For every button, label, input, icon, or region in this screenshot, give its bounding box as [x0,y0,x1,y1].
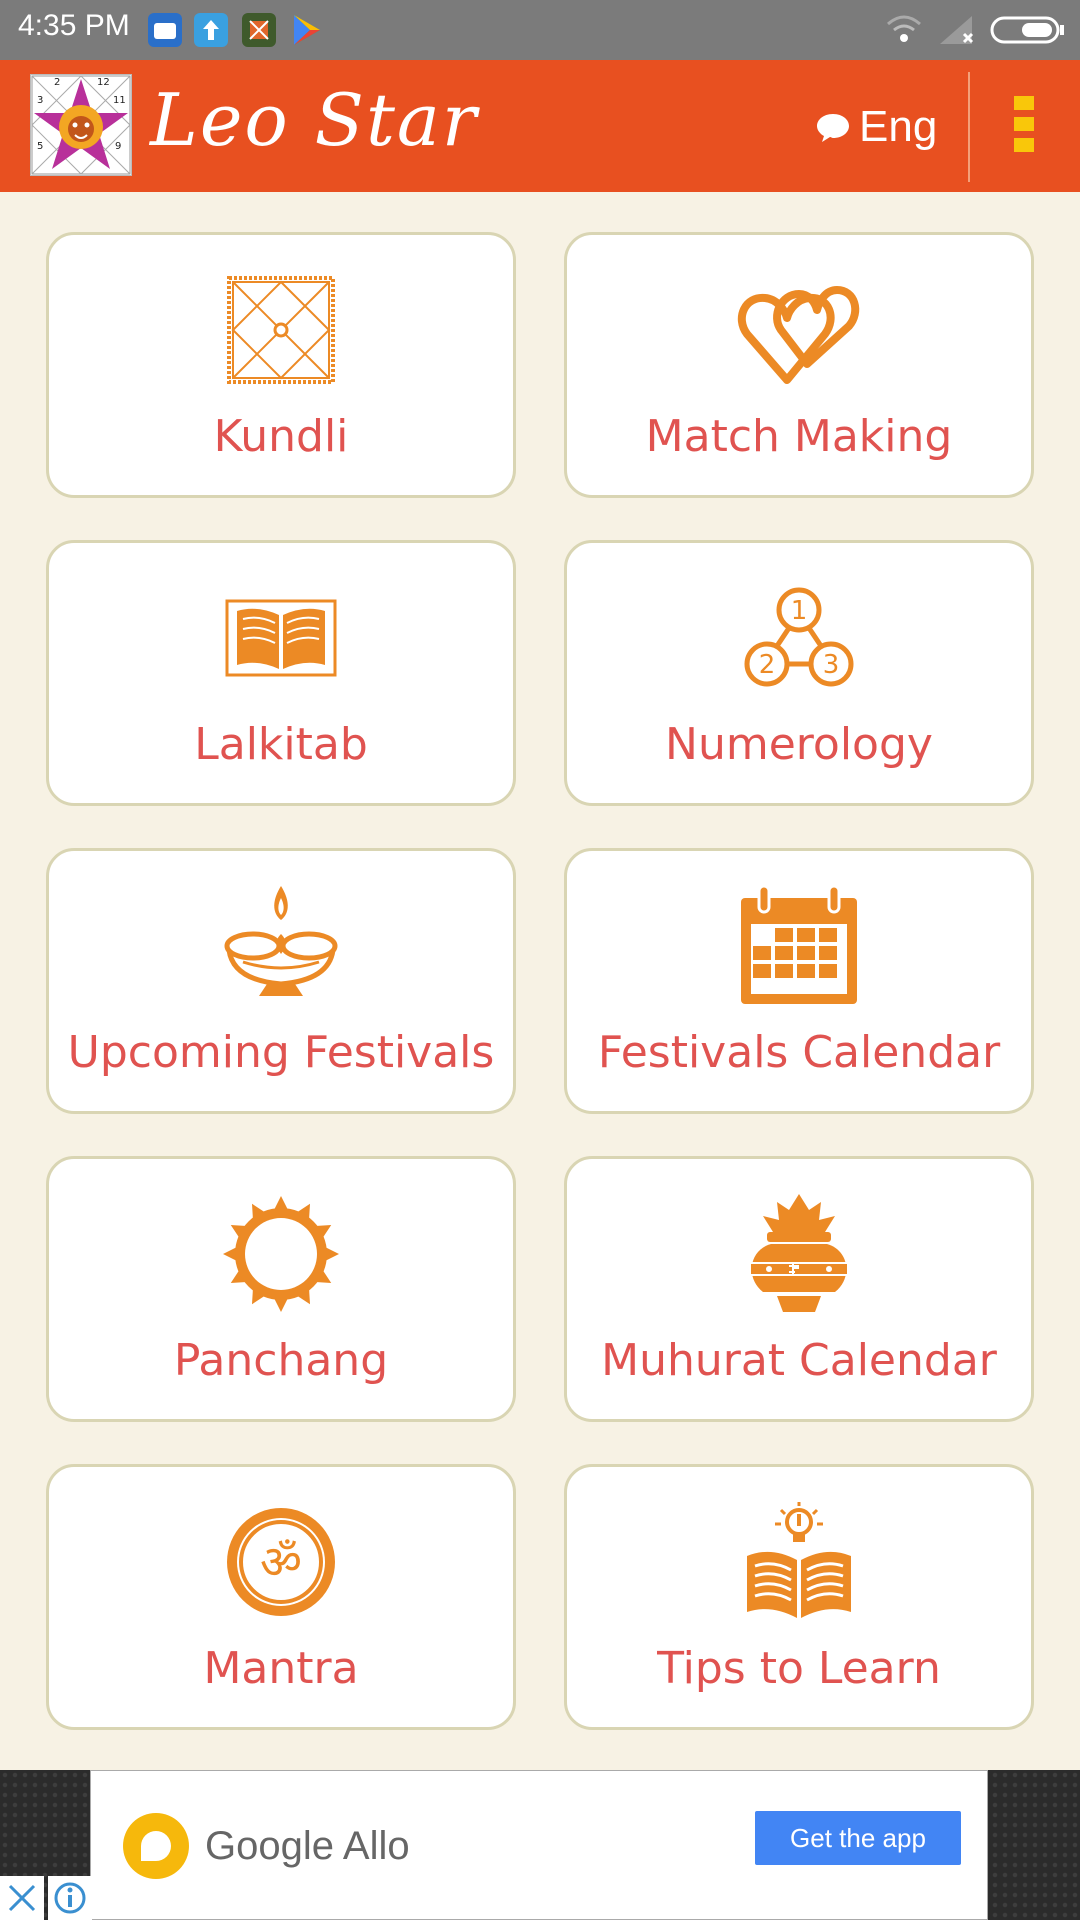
numerology-digit: 3 [823,650,840,680]
menu-card-label: Kundli [213,411,349,462]
ad-banner[interactable]: Google Allo Get the app [90,1770,988,1920]
kalash-icon [734,1189,864,1319]
kundli-chart-icon [216,265,346,395]
app-logo: 2 12 3 11 5 9 [30,74,132,176]
om-icon: ॐ [216,1497,346,1627]
appbar-divider [968,72,970,182]
logo-number: 12 [97,77,110,88]
chat-bubble-icon [817,114,849,142]
menu-card-numerology[interactable]: 1 2 3 Numerology [564,540,1034,806]
menu-dot [1014,117,1034,131]
allo-logo-icon [123,1813,189,1879]
menu-dot [1014,96,1034,110]
app-bar: 2 12 3 11 5 9 Leo Star Eng [0,60,1080,192]
menu-card-label: Upcoming Festivals [67,1027,495,1078]
sun-icon [216,1189,346,1319]
numbers-icon: 1 2 3 [734,573,864,703]
logo-number: 2 [54,77,61,88]
app-title: Leo Star [150,78,479,162]
status-time: 4:35 PM [18,9,130,42]
book-lightbulb-icon [734,1497,864,1627]
app-icon [242,13,276,47]
menu-card-label: Festivals Calendar [597,1027,1001,1078]
numerology-digit: 2 [759,650,776,680]
ad-info-button[interactable] [48,1876,92,1920]
menu-card-label: Numerology [665,719,933,770]
signal-icon [938,14,978,50]
wifi-icon [884,14,924,50]
ad-brand-name: Google Allo [205,1823,410,1868]
overflow-menu-button[interactable] [1010,96,1038,156]
close-icon [8,1884,36,1912]
menu-card-panchang[interactable]: Panchang [46,1156,516,1422]
numerology-digit: 1 [791,596,808,626]
calendar-icon [734,881,864,1011]
menu-dot [1014,138,1034,152]
menu-card-label: Lalkitab [194,719,368,770]
menu-card-label: Panchang [173,1335,389,1386]
status-bar: 4:35 PM [0,0,1080,60]
diya-lamp-icon [216,881,346,1011]
menu-card-festivals-calendar[interactable]: Festivals Calendar [564,848,1034,1114]
language-label: Eng [859,102,938,151]
menu-card-muhurat-calendar[interactable]: Muhurat Calendar [564,1156,1034,1422]
menu-card-label: Mantra [203,1643,359,1694]
two-hearts-icon [734,265,864,395]
logo-number: 11 [113,95,126,106]
get-the-app-button[interactable]: Get the app [755,1811,961,1865]
battery-icon [990,14,1066,50]
language-selector[interactable]: Eng [815,102,937,152]
ad-brand: Google Allo [121,1811,410,1881]
menu-card-mantra[interactable]: ॐ Mantra [46,1464,516,1730]
open-book-icon [216,573,346,703]
file-explorer-icon [148,13,182,47]
logo-number: 9 [115,141,122,152]
menu-grid: Kundli Match Making Lalkitab 1 2 3 Numer… [46,232,1034,1730]
menu-card-tips-to-learn[interactable]: Tips to Learn [564,1464,1034,1730]
om-glyph: ॐ [260,1535,302,1589]
info-icon [54,1882,86,1914]
menu-card-upcoming-festivals[interactable]: Upcoming Festivals [46,848,516,1114]
menu-card-label: Match Making [645,411,953,462]
upload-icon [194,13,228,47]
logo-number: 5 [37,141,44,152]
menu-card-kundli[interactable]: Kundli [46,232,516,498]
menu-card-label: Muhurat Calendar [601,1335,997,1386]
ad-close-button[interactable] [0,1876,44,1920]
menu-card-label: Tips to Learn [657,1643,941,1694]
play-store-icon [290,13,324,47]
menu-card-match-making[interactable]: Match Making [564,232,1034,498]
menu-card-lalkitab[interactable]: Lalkitab [46,540,516,806]
logo-number: 3 [37,95,44,106]
